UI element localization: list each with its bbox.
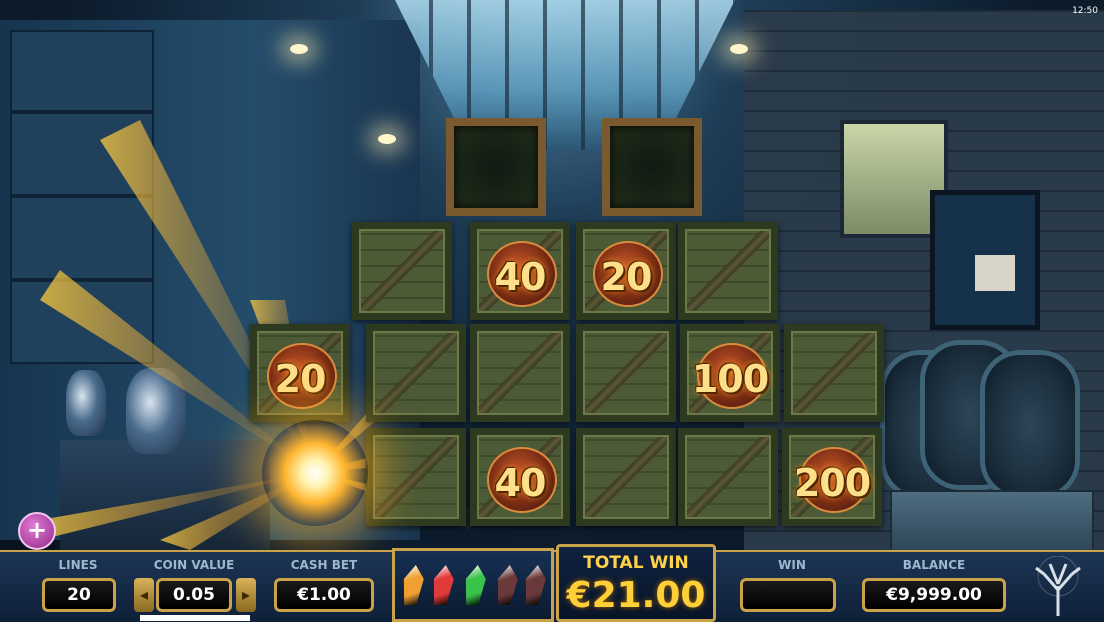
closed-crate[interactable] — [576, 428, 676, 526]
side-table — [60, 440, 270, 550]
ceiling-light — [730, 44, 748, 54]
menu-plus-button[interactable]: + — [18, 512, 56, 550]
dark-gem-icon — [522, 565, 548, 605]
coin-value-label: COIN VALUE — [153, 558, 235, 572]
explosion-burst — [262, 420, 368, 526]
total-win-value: €21.00 — [566, 575, 706, 616]
prize-value: 200 — [793, 461, 871, 505]
dark-gem-icon — [494, 565, 520, 605]
prize-value: 20 — [600, 255, 653, 299]
closed-crate[interactable] — [366, 428, 466, 526]
coin-decrease-button[interactable]: ◂ — [134, 578, 154, 612]
opened-crate — [602, 118, 702, 216]
cash-bet-field: €1.00 — [274, 578, 374, 612]
prize-crate: 40 — [470, 428, 570, 526]
balance-field: €9,999.00 — [862, 578, 1006, 612]
red-gem-icon — [430, 565, 456, 605]
closed-crate[interactable] — [366, 324, 466, 422]
game-stage: 40 20 20 100 40 200 + 12:50 LINES 20 COI… — [0, 0, 1104, 622]
cash-bet-label: CASH BET — [290, 558, 358, 572]
prize-crate: 100 — [680, 324, 780, 422]
closed-crate[interactable] — [352, 222, 452, 320]
barrel — [980, 350, 1080, 500]
closed-crate[interactable] — [470, 324, 570, 422]
notice-board — [930, 190, 1040, 330]
closed-crate[interactable] — [678, 428, 778, 526]
prize-value: 40 — [494, 461, 547, 505]
orange-gem-icon — [400, 565, 426, 605]
closed-crate[interactable] — [576, 324, 676, 422]
prize-value: 20 — [274, 357, 327, 401]
prize-crate: 200 — [782, 428, 882, 526]
win-label: WIN — [778, 558, 806, 572]
catalogue-crate — [890, 490, 1094, 554]
loading-progress-bar — [140, 615, 250, 621]
vase-icon — [126, 368, 186, 454]
prize-crate: 20 — [576, 222, 676, 320]
prize-crate: 20 — [250, 324, 350, 422]
barrels — [880, 340, 1104, 510]
lines-field[interactable]: 20 — [42, 578, 116, 612]
background-crate-stack — [10, 30, 154, 364]
gem-collector — [392, 548, 554, 622]
closed-crate[interactable] — [784, 324, 884, 422]
ceiling-light — [378, 134, 396, 144]
prize-value: 40 — [494, 255, 547, 299]
ceiling-light — [290, 44, 308, 54]
coin-value-field: 0.05 — [156, 578, 232, 612]
total-win-panel: TOTAL WIN €21.00 — [556, 544, 716, 622]
balance-label: BALANCE — [902, 558, 966, 572]
lines-label: LINES — [58, 558, 98, 572]
prize-crate: 40 — [470, 222, 570, 320]
tree-logo-icon — [1035, 556, 1081, 616]
closed-crate[interactable] — [678, 222, 778, 320]
progress-fill — [140, 615, 250, 621]
vase-icon — [66, 370, 106, 436]
total-win-label: TOTAL WIN — [583, 553, 689, 573]
coin-increase-button[interactable]: ▸ — [236, 578, 256, 612]
clock: 12:50 — [1072, 6, 1098, 16]
prize-value: 100 — [691, 357, 769, 401]
green-gem-icon — [462, 565, 488, 605]
win-field — [740, 578, 836, 612]
opened-crate — [446, 118, 546, 216]
notice-paper — [975, 255, 1015, 291]
